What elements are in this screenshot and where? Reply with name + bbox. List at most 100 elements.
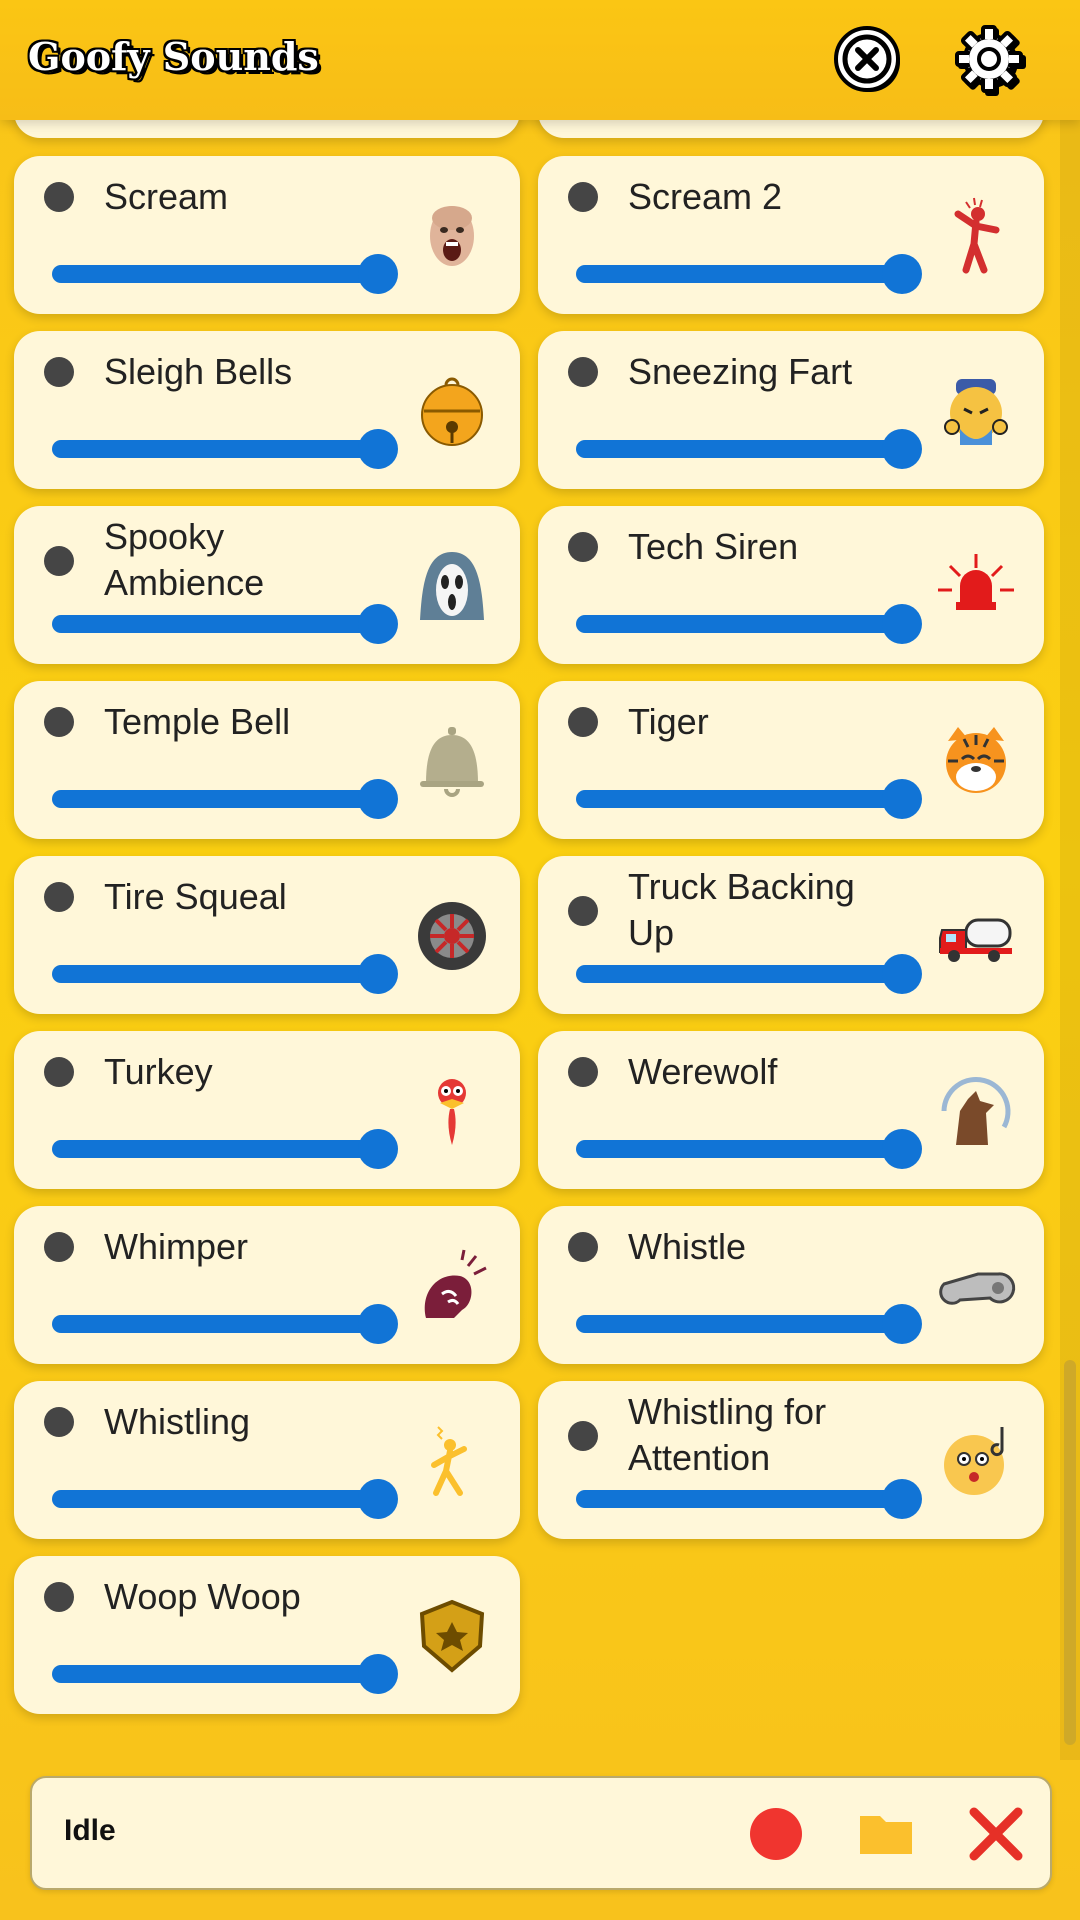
truck-icon bbox=[936, 896, 1016, 976]
app-header: Goofy Sounds bbox=[0, 0, 1080, 120]
sound-card[interactable]: Whistle bbox=[538, 1206, 1044, 1364]
volume-slider[interactable] bbox=[576, 254, 922, 294]
slider-thumb[interactable] bbox=[358, 1479, 398, 1519]
sound-card[interactable]: Werewolf bbox=[538, 1031, 1044, 1189]
volume-slider[interactable] bbox=[52, 1654, 398, 1694]
close-x-icon bbox=[969, 1807, 1023, 1861]
close-button[interactable] bbox=[830, 22, 906, 98]
volume-slider[interactable] bbox=[576, 954, 922, 994]
sound-title: Sneezing Fart bbox=[628, 351, 853, 392]
sound-card[interactable]: Tire Squeal bbox=[14, 856, 520, 1014]
slider-thumb[interactable] bbox=[358, 1129, 398, 1169]
slider-thumb[interactable] bbox=[358, 254, 398, 294]
volume-slider[interactable] bbox=[52, 429, 398, 469]
slider-thumb[interactable] bbox=[358, 429, 398, 469]
slider-thumb[interactable] bbox=[882, 1479, 922, 1519]
slider-track bbox=[52, 615, 378, 633]
play-indicator[interactable] bbox=[568, 896, 598, 926]
volume-slider[interactable] bbox=[52, 1304, 398, 1344]
play-indicator[interactable] bbox=[568, 1232, 598, 1262]
sound-card[interactable]: Tech Siren bbox=[538, 506, 1044, 664]
police-badge-icon bbox=[412, 1596, 492, 1676]
sound-title: Tiger bbox=[628, 701, 709, 742]
slider-track bbox=[52, 1490, 378, 1508]
play-indicator[interactable] bbox=[568, 357, 598, 387]
slider-thumb[interactable] bbox=[882, 429, 922, 469]
play-indicator[interactable] bbox=[44, 1582, 74, 1612]
turkey-icon bbox=[412, 1071, 492, 1151]
slider-track bbox=[576, 790, 902, 808]
slider-track bbox=[576, 1490, 902, 1508]
app-logo: Goofy Sounds bbox=[28, 34, 319, 79]
sound-card[interactable]: Whistling bbox=[14, 1381, 520, 1539]
sound-card[interactable]: Whistling for Attention bbox=[538, 1381, 1044, 1539]
sound-title: Werewolf bbox=[628, 1051, 778, 1092]
slider-thumb[interactable] bbox=[882, 604, 922, 644]
play-indicator[interactable] bbox=[44, 546, 74, 576]
sound-card[interactable]: Scream bbox=[14, 156, 520, 314]
sound-card[interactable]: Woop Woop bbox=[14, 1556, 520, 1714]
volume-slider[interactable] bbox=[52, 779, 398, 819]
volume-slider[interactable] bbox=[576, 429, 922, 469]
sound-card[interactable]: Turkey bbox=[14, 1031, 520, 1189]
play-indicator[interactable] bbox=[568, 532, 598, 562]
volume-slider[interactable] bbox=[52, 1129, 398, 1169]
sound-card[interactable]: Temple Bell bbox=[14, 681, 520, 839]
status-text: Idle bbox=[64, 1814, 116, 1847]
siren-icon bbox=[936, 546, 1016, 626]
slider-thumb[interactable] bbox=[358, 779, 398, 819]
slider-thumb[interactable] bbox=[882, 1129, 922, 1169]
volume-slider[interactable] bbox=[52, 1479, 398, 1519]
sound-cards: Scream Scream 2 Sleigh Bells Sneezing Fart S… bbox=[0, 0, 1060, 1760]
play-indicator[interactable] bbox=[44, 1057, 74, 1087]
slider-thumb[interactable] bbox=[358, 1304, 398, 1344]
play-indicator[interactable] bbox=[568, 707, 598, 737]
slider-thumb[interactable] bbox=[882, 1304, 922, 1344]
sound-card[interactable]: Tiger bbox=[538, 681, 1044, 839]
slider-track bbox=[576, 965, 902, 983]
sound-card[interactable]: Sneezing Fart bbox=[538, 331, 1044, 489]
slider-track bbox=[576, 1315, 902, 1333]
slider-track bbox=[52, 790, 378, 808]
sound-card[interactable]: Sleigh Bells bbox=[14, 331, 520, 489]
slider-track bbox=[576, 440, 902, 458]
volume-slider[interactable] bbox=[576, 779, 922, 819]
stop-button[interactable] bbox=[968, 1806, 1024, 1862]
play-indicator[interactable] bbox=[44, 882, 74, 912]
settings-button[interactable] bbox=[952, 22, 1028, 98]
slider-thumb[interactable] bbox=[882, 954, 922, 994]
play-indicator[interactable] bbox=[44, 1407, 74, 1437]
record-button[interactable] bbox=[748, 1806, 804, 1862]
whistling-face-icon bbox=[936, 1421, 1016, 1501]
volume-slider[interactable] bbox=[576, 1129, 922, 1169]
sound-card[interactable]: Scream 2 bbox=[538, 156, 1044, 314]
slider-thumb[interactable] bbox=[882, 779, 922, 819]
temple-bell-icon bbox=[412, 721, 492, 801]
sound-title: Scream 2 bbox=[628, 176, 783, 217]
slider-thumb[interactable] bbox=[882, 254, 922, 294]
volume-slider[interactable] bbox=[576, 604, 922, 644]
play-indicator[interactable] bbox=[568, 1057, 598, 1087]
sound-card[interactable]: Truck Backing Up bbox=[538, 856, 1044, 1014]
play-indicator[interactable] bbox=[44, 182, 74, 212]
play-indicator[interactable] bbox=[44, 707, 74, 737]
volume-slider[interactable] bbox=[576, 1304, 922, 1344]
volume-slider[interactable] bbox=[52, 254, 398, 294]
volume-slider[interactable] bbox=[52, 604, 398, 644]
ghost-mask-icon bbox=[412, 546, 492, 626]
play-indicator[interactable] bbox=[568, 1421, 598, 1451]
play-indicator[interactable] bbox=[44, 357, 74, 387]
play-indicator[interactable] bbox=[568, 182, 598, 212]
slider-thumb[interactable] bbox=[358, 954, 398, 994]
folder-button[interactable] bbox=[858, 1806, 914, 1862]
volume-slider[interactable] bbox=[576, 1479, 922, 1519]
slider-track bbox=[52, 1665, 378, 1683]
slider-thumb[interactable] bbox=[358, 1654, 398, 1694]
sound-card[interactable]: Whimper bbox=[14, 1206, 520, 1364]
sound-title: Sleigh Bells bbox=[104, 351, 293, 392]
sound-card[interactable]: Spooky Ambience bbox=[14, 506, 520, 664]
slider-thumb[interactable] bbox=[358, 604, 398, 644]
volume-slider[interactable] bbox=[52, 954, 398, 994]
scrollbar-thumb[interactable] bbox=[1064, 1360, 1076, 1745]
play-indicator[interactable] bbox=[44, 1232, 74, 1262]
